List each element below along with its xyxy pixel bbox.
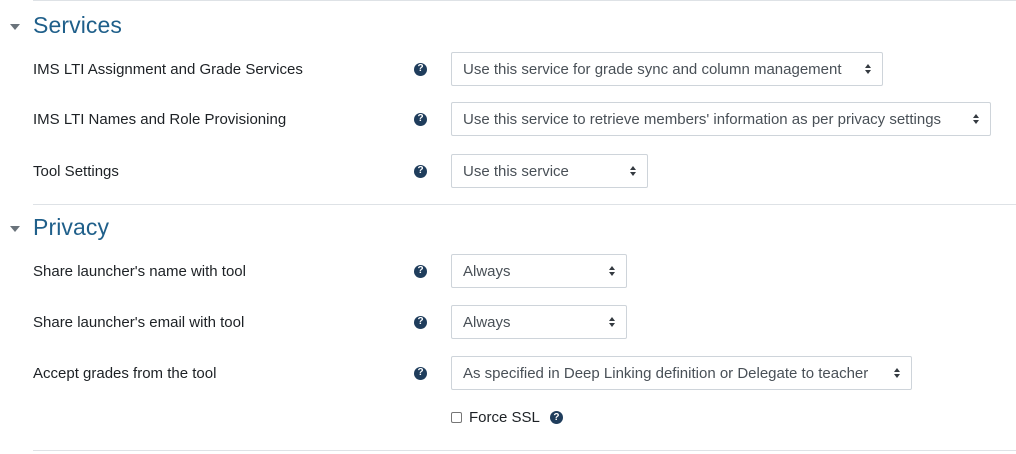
- select-arrows-icon: [973, 114, 979, 124]
- help-icon[interactable]: ?: [414, 62, 427, 76]
- select-value: Use this service: [463, 162, 569, 180]
- form-row-names-role: IMS LTI Names and Role Provisioning ? Us…: [33, 101, 1016, 137]
- select-value: Use this service for grade sync and colu…: [463, 60, 842, 78]
- caret-down-icon: [10, 225, 20, 232]
- field-label: Tool Settings: [33, 162, 119, 180]
- field-label: Share launcher's email with tool: [33, 313, 245, 331]
- tool-settings-select[interactable]: Use this service: [451, 154, 648, 188]
- help-icon[interactable]: ?: [414, 164, 427, 178]
- form-row-grade-services: IMS LTI Assignment and Grade Services ? …: [33, 51, 1016, 87]
- help-icon[interactable]: ?: [414, 112, 427, 126]
- select-arrows-icon: [609, 266, 615, 276]
- names-role-select[interactable]: Use this service to retrieve members' in…: [451, 102, 991, 136]
- help-icon[interactable]: ?: [414, 366, 427, 380]
- select-arrows-icon: [865, 64, 871, 74]
- select-arrows-icon: [609, 317, 615, 327]
- form-row-share-email: Share launcher's email with tool ? Alway…: [33, 304, 1016, 340]
- select-value: As specified in Deep Linking definition …: [463, 364, 869, 382]
- force-ssl-label[interactable]: Force SSL: [469, 409, 540, 426]
- section-toggle-privacy[interactable]: Privacy: [10, 214, 109, 241]
- grade-services-select[interactable]: Use this service for grade sync and colu…: [451, 52, 883, 86]
- section-toggle-services[interactable]: Services: [10, 12, 122, 39]
- section-divider: [33, 204, 1016, 205]
- field-label: Share launcher's name with tool: [33, 262, 246, 280]
- accept-grades-select[interactable]: As specified in Deep Linking definition …: [451, 356, 912, 390]
- section-divider-top: [33, 0, 1016, 1]
- select-value: Always: [463, 262, 511, 280]
- field-label: IMS LTI Assignment and Grade Services: [33, 60, 303, 78]
- select-arrows-icon: [894, 368, 900, 378]
- field-label: IMS LTI Names and Role Provisioning: [33, 110, 287, 128]
- section-title-services: Services: [33, 12, 122, 38]
- section-divider-bottom: [33, 450, 1016, 451]
- form-row-share-name: Share launcher's name with tool ? Always: [33, 253, 1016, 289]
- caret-down-icon: [10, 23, 20, 30]
- form-row-tool-settings: Tool Settings ? Use this service: [33, 153, 1016, 189]
- select-value: Always: [463, 313, 511, 331]
- share-email-select[interactable]: Always: [451, 305, 627, 339]
- help-icon[interactable]: ?: [414, 264, 427, 278]
- force-ssl-row: Force SSL ?: [451, 409, 563, 426]
- select-value: Use this service to retrieve members' in…: [463, 110, 942, 128]
- help-icon[interactable]: ?: [549, 411, 563, 424]
- help-icon[interactable]: ?: [414, 315, 427, 329]
- field-label: Accept grades from the tool: [33, 364, 217, 382]
- form-row-accept-grades: Accept grades from the tool ? As specifi…: [33, 355, 1016, 391]
- section-title-privacy: Privacy: [33, 214, 110, 240]
- share-name-select[interactable]: Always: [451, 254, 627, 288]
- force-ssl-checkbox[interactable]: [451, 412, 462, 423]
- select-arrows-icon: [630, 166, 636, 176]
